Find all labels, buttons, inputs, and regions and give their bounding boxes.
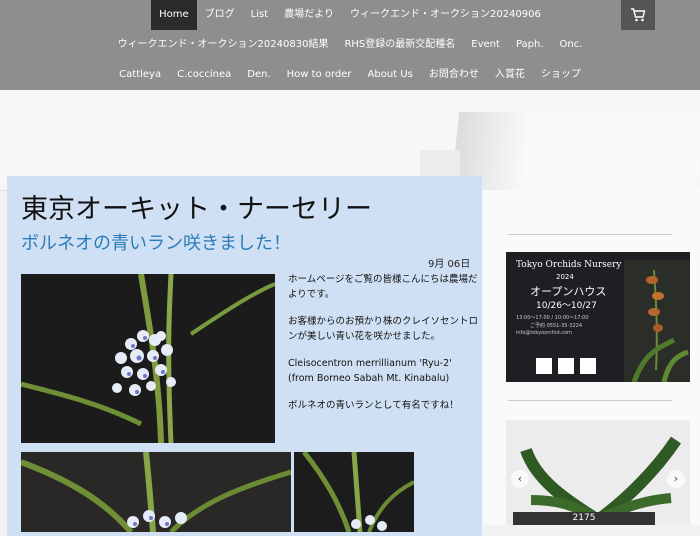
nav-item-home[interactable]: Home	[151, 0, 197, 30]
post-photo-third[interactable]	[294, 452, 414, 532]
nav-item-event[interactable]: Event	[463, 30, 508, 60]
nav-item-blog[interactable]: ブログ	[197, 0, 243, 30]
nav-item-about-us[interactable]: About Us	[360, 60, 421, 90]
poster-year: 2024	[556, 273, 574, 281]
nav-item-rhs-registration[interactable]: RHS登録の最新交配種名	[336, 30, 463, 60]
nav-item-den[interactable]: Den.	[239, 60, 278, 90]
open-house-poster[interactable]: Tokyo Orchids Nursery 2024 オープンハウス 10/26…	[506, 252, 690, 382]
poster-heading: オープンハウス	[530, 285, 607, 298]
nav-item-farm-news[interactable]: 農場だより	[276, 0, 342, 30]
nav-row-2: ウィークエンド・オークション20240830結果 RHS登録の最新交配種名 Ev…	[0, 30, 700, 60]
sidebar-divider	[508, 400, 672, 401]
poster-phone: ご予約 0551-35-3224	[530, 323, 583, 329]
qr-code-icon	[580, 358, 596, 374]
post-photo-second[interactable]	[21, 452, 291, 532]
post-paragraph: ホームページをご覧の皆様こんにちは農場だよりです。	[288, 274, 478, 300]
hero-decoration	[450, 112, 700, 192]
poster-hours: 13:00〜17:00 / 10:00〜17:00	[516, 315, 589, 321]
orchid-photo	[21, 452, 291, 532]
orchid-photo	[294, 452, 414, 532]
slide-orchid-photo	[506, 420, 690, 525]
nav-item-cattleya[interactable]: Cattleya	[111, 60, 169, 90]
site-title[interactable]: 東京オーキット・ナーセリー	[21, 187, 372, 226]
slide-prev-arrow[interactable]: ‹	[511, 470, 529, 488]
poster-email: info@tokyoorchid.com	[516, 330, 572, 336]
nav-item-contact[interactable]: お問合わせ	[421, 60, 487, 90]
slide-caption: 2175	[513, 512, 655, 525]
slide-next-arrow[interactable]: ›	[667, 470, 685, 488]
cart-icon	[631, 8, 646, 22]
nav-item-weekend-auction-20240906[interactable]: ウィークエンド・オークション20240906	[342, 0, 549, 30]
post-title[interactable]: ボルネオの青いラン咲きました！	[21, 229, 291, 255]
qr-code-icon	[536, 358, 552, 374]
qr-code-icon	[558, 358, 574, 374]
nav-row-1: Home ブログ List 農場だより ウィークエンド・オークション202409…	[0, 0, 700, 30]
post-date: 9月 06日	[428, 259, 471, 270]
post-body: ホームページをご覧の皆様こんにちは農場だよりです。 お客様からのお預かり株のクレ…	[288, 273, 478, 427]
nav-item-paph[interactable]: Paph.	[508, 30, 552, 60]
poster-title: Tokyo Orchids Nursery	[516, 260, 622, 270]
orchid-photo	[21, 274, 275, 443]
poster-dates: 10/26〜10/27	[536, 301, 597, 311]
plant-name: Cleisocentron merrillianum 'Ryu-2'	[288, 358, 452, 369]
nav-item-list[interactable]: List	[243, 0, 276, 30]
nav-item-shop[interactable]: ショップ	[533, 60, 589, 90]
poster-orchid-photo	[624, 260, 690, 382]
nav-item-c-coccinea[interactable]: C.coccinea	[169, 60, 239, 90]
nav-item-how-to-order[interactable]: How to order	[279, 60, 360, 90]
post-paragraph: Cleisocentron merrillianum 'Ryu-2' (from…	[288, 357, 478, 386]
post-paragraph: ボルネオの青いランとして有名ですね！	[288, 400, 459, 411]
plant-origin: (from Borneo Sabah Mt. Kinabalu)	[288, 372, 450, 384]
nav-item-onc[interactable]: Onc.	[552, 30, 591, 60]
post-photo-main[interactable]	[21, 274, 275, 443]
nav-item-auction-results[interactable]: ウィークエンド・オークション20240830結果	[110, 30, 337, 60]
post-paragraph: お客様からのお預かり株のクレイソセントロンが美しい青い花を咲かせました。	[288, 316, 479, 342]
top-navigation: Home ブログ List 農場だより ウィークエンド・オークション202409…	[0, 0, 700, 90]
cart-button[interactable]	[621, 0, 655, 30]
product-slideshow[interactable]	[506, 420, 690, 525]
sidebar-divider	[508, 234, 672, 235]
nav-item-award-flowers[interactable]: 入賞花	[487, 60, 533, 90]
nav-row-3: Cattleya C.coccinea Den. How to order Ab…	[0, 60, 700, 90]
